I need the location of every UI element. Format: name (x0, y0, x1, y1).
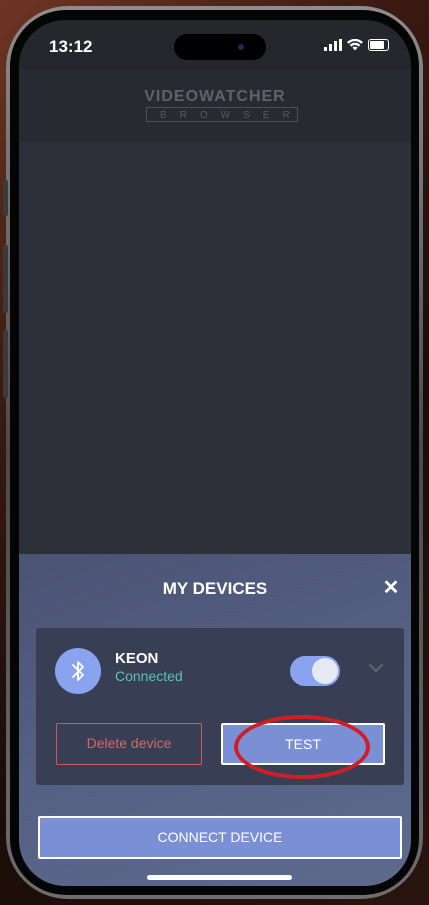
delete-device-button[interactable]: Delete device (56, 723, 202, 765)
browser-content-area (19, 142, 411, 554)
dynamic-island (174, 34, 266, 60)
app-logo-title: VIDEOWATCHER (144, 88, 286, 105)
sheet-title: MY DEVICES (162, 579, 268, 598)
volume-down-button (3, 330, 8, 398)
device-name: KEON (115, 650, 159, 667)
status-icons (324, 39, 389, 51)
toggle-knob (312, 658, 338, 684)
status-bar: 13:12 (19, 20, 411, 70)
connect-device-button[interactable]: CONNECT DEVICE (38, 816, 402, 859)
app-logo-subtitle: BROWSER (146, 107, 298, 122)
close-icon[interactable]: ✕ (379, 576, 403, 600)
home-indicator[interactable] (147, 875, 292, 880)
mute-switch (3, 180, 8, 216)
status-time: 13:12 (49, 37, 93, 56)
device-card: KEON Connected Delete device TEST (36, 628, 404, 785)
battery-icon (368, 39, 389, 51)
wifi-icon (347, 39, 363, 51)
phone-screen: 13:12 VIDEOWATCHER BROWSER MY DEVICES ✕ (19, 20, 411, 886)
camera-icon (238, 44, 244, 50)
bluetooth-icon (55, 648, 101, 694)
bluetooth-glyph (72, 661, 84, 681)
device-status: Connected (115, 668, 183, 684)
chevron-down-icon[interactable] (366, 658, 386, 678)
device-toggle[interactable] (290, 656, 340, 686)
app-header: VIDEOWATCHER BROWSER (19, 70, 411, 142)
my-devices-sheet: MY DEVICES ✕ KEON Connected Delete devic… (19, 554, 411, 886)
volume-up-button (3, 245, 8, 313)
highlight-annotation (234, 715, 370, 779)
cellular-signal-icon (324, 39, 342, 51)
